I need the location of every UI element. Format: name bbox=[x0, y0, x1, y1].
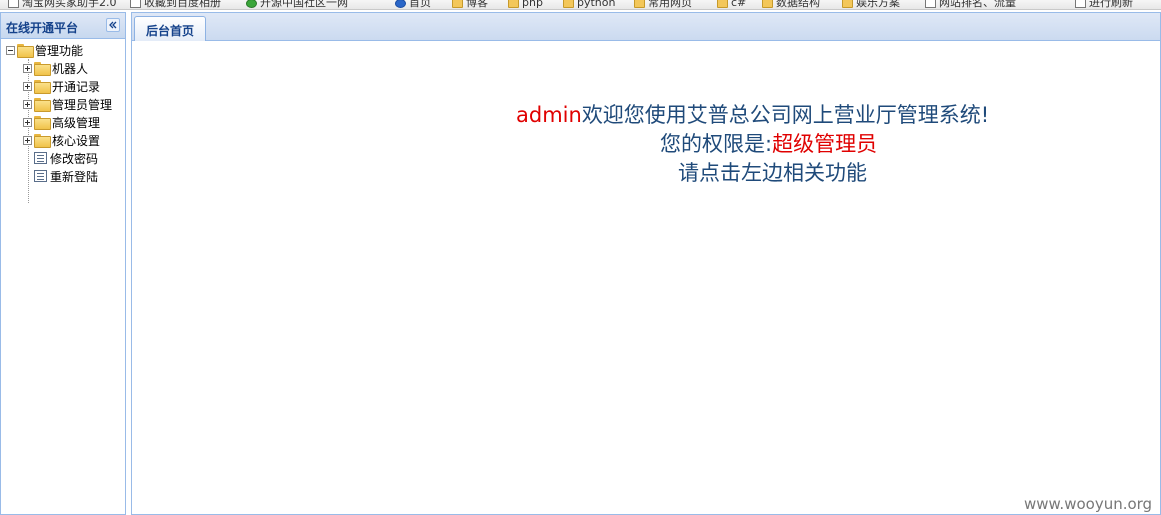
folder-icon bbox=[508, 0, 519, 8]
tab-label: 后台首页 bbox=[145, 24, 194, 38]
tab-strip: 后台首页 bbox=[132, 13, 1160, 41]
folder-icon bbox=[34, 134, 51, 148]
greeting-text: 欢迎您使用艾普总公司网上营业厅管理系统! bbox=[581, 103, 990, 127]
bookmark-item[interactable]: 进行刷新 bbox=[1075, 0, 1133, 8]
tree-node-relogin[interactable]: 重新登陆 bbox=[1, 167, 125, 185]
bookmark-item[interactable]: 淘宝网买家助手2.0 bbox=[8, 0, 117, 8]
tree-node-label: 管理功能 bbox=[35, 43, 84, 58]
folder-icon bbox=[452, 0, 463, 8]
role-prefix: 您的权限是: bbox=[660, 132, 773, 156]
tab-home[interactable]: 后台首页 bbox=[134, 16, 206, 41]
document-icon bbox=[34, 152, 47, 164]
bookmark-item[interactable]: 网站排名、流量 bbox=[925, 0, 1016, 8]
instruction-text: 请点击左边相关功能 bbox=[678, 161, 867, 185]
folder-open-icon bbox=[17, 44, 34, 58]
tree-node-label: 修改密码 bbox=[50, 151, 99, 166]
welcome-line-3: 请点击左边相关功能 bbox=[678, 159, 867, 187]
welcome-line-1: admin欢迎您使用艾普总公司网上营业厅管理系统! bbox=[516, 101, 989, 129]
expand-toggle-icon[interactable] bbox=[23, 117, 32, 127]
page-icon bbox=[8, 0, 19, 8]
folder-icon bbox=[34, 80, 51, 94]
folder-icon bbox=[842, 0, 853, 8]
tree-node-label: 核心设置 bbox=[52, 133, 101, 148]
nav-tree: 管理功能 机器人 开通记录 管理员管理 高级管理 核心设置 修改密码 重新登陆 bbox=[1, 39, 125, 203]
welcome-line-2: 您的权限是:超级管理员 bbox=[660, 130, 877, 158]
bookmark-item[interactable]: 数据结构 bbox=[762, 0, 820, 8]
bookmark-item[interactable]: 常用网页 bbox=[634, 0, 692, 8]
bookmark-item[interactable]: 收藏到百度相册 bbox=[130, 0, 221, 8]
bookmarks-bar: 淘宝网买家助手2.0 收藏到百度相册 开源中国社区一网 首页 博客 php py… bbox=[0, 0, 1161, 10]
tree-node-admin-management[interactable]: 管理员管理 bbox=[1, 95, 125, 113]
folder-icon bbox=[34, 116, 51, 130]
expand-toggle-icon[interactable] bbox=[23, 99, 32, 109]
main-panel: 后台首页 bbox=[131, 12, 1161, 515]
expand-toggle-icon[interactable] bbox=[23, 63, 32, 73]
sidebar-header: 在线开通平台 bbox=[1, 13, 125, 39]
double-chevron-left-icon bbox=[109, 21, 117, 29]
tree-node-label: 重新登陆 bbox=[50, 169, 99, 184]
tree-node-label: 开通记录 bbox=[52, 79, 101, 94]
tree-node-label: 高级管理 bbox=[52, 115, 101, 130]
bookmark-item[interactable]: 开源中国社区一网 bbox=[246, 0, 348, 8]
bookmark-item[interactable]: php bbox=[508, 0, 543, 8]
folder-icon bbox=[634, 0, 645, 8]
sidebar-panel: 在线开通平台 管理功能 机器人 开通记录 管理员管理 高级管理 核心设置 修改密… bbox=[0, 12, 126, 515]
document-icon bbox=[34, 170, 47, 182]
expand-toggle-icon[interactable] bbox=[23, 81, 32, 91]
bookmark-item[interactable]: 娱乐方案 bbox=[842, 0, 900, 8]
watermark: www.wooyun.org bbox=[1024, 495, 1153, 513]
collapse-button[interactable] bbox=[106, 18, 120, 32]
tree-node-change-password[interactable]: 修改密码 bbox=[1, 149, 125, 167]
tree-node-root[interactable]: 管理功能 bbox=[1, 41, 125, 59]
role-value: 超级管理员 bbox=[772, 132, 878, 156]
folder-icon bbox=[563, 0, 574, 8]
tree-node-label: 机器人 bbox=[52, 61, 89, 76]
bookmark-item[interactable]: 博客 bbox=[452, 0, 488, 8]
folder-icon bbox=[762, 0, 773, 8]
collapse-toggle-icon[interactable] bbox=[6, 45, 15, 55]
sidebar-title: 在线开通平台 bbox=[6, 21, 79, 35]
tree-node-core-settings[interactable]: 核心设置 bbox=[1, 131, 125, 149]
page-icon bbox=[130, 0, 141, 8]
bookmark-item[interactable]: 首页 bbox=[395, 0, 431, 8]
bookmark-item[interactable]: python bbox=[563, 0, 615, 8]
tree-node-robot[interactable]: 机器人 bbox=[1, 59, 125, 77]
tree-node-activation-records[interactable]: 开通记录 bbox=[1, 77, 125, 95]
tree-node-advanced-management[interactable]: 高级管理 bbox=[1, 113, 125, 131]
folder-icon bbox=[34, 62, 51, 76]
page-icon bbox=[1075, 0, 1086, 8]
blue-circle-icon bbox=[395, 0, 406, 8]
globe-icon bbox=[246, 0, 257, 8]
bookmark-item[interactable]: c# bbox=[717, 0, 746, 8]
folder-icon bbox=[34, 98, 51, 112]
page-icon bbox=[925, 0, 936, 8]
username: admin bbox=[516, 103, 582, 127]
tree-node-label: 管理员管理 bbox=[52, 97, 113, 112]
folder-icon bbox=[717, 0, 728, 8]
expand-toggle-icon[interactable] bbox=[23, 135, 32, 145]
